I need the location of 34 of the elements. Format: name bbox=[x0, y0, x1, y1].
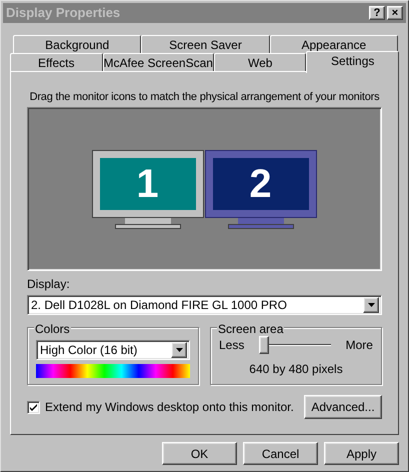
advanced-button[interactable]: Advanced... bbox=[304, 395, 382, 419]
extend-label: Extend my Windows desktop onto this monitor. bbox=[45, 399, 294, 416]
monitor-number: 2 bbox=[249, 164, 272, 204]
extend-checkbox[interactable] bbox=[27, 400, 40, 414]
tab[interactable]: Effects bbox=[10, 53, 103, 71]
check-icon bbox=[30, 404, 37, 410]
monitor-number: 1 bbox=[136, 164, 159, 204]
display-label: Display: bbox=[27, 276, 71, 293]
resolution-reading: 640 by 480 pixels bbox=[249, 361, 343, 378]
dropdown-arrow-button[interactable] bbox=[171, 342, 187, 358]
close-button[interactable]: × bbox=[387, 6, 403, 20]
dropdown-arrow-button[interactable] bbox=[363, 297, 379, 313]
down-arrow-icon bbox=[176, 348, 182, 352]
instruction-text: Drag the monitor icons to match the physical arrangement of your monitors bbox=[30, 90, 380, 104]
display-dropdown[interactable]: 2. Dell D1028L on Diamond FIRE GL 1000 PRO bbox=[27, 295, 382, 315]
dialog-button[interactable]: Cancel bbox=[243, 442, 318, 465]
tab[interactable]: Settings bbox=[306, 51, 399, 73]
window-title: Display Properties bbox=[6, 4, 120, 22]
tab[interactable]: Background bbox=[13, 35, 142, 53]
dialog-button[interactable]: Apply bbox=[324, 442, 399, 465]
more-label: More bbox=[346, 337, 373, 354]
display-value: 2. Dell D1028L on Diamond FIRE GL 1000 PRO bbox=[31, 297, 287, 314]
dialog-button[interactable]: OK bbox=[162, 442, 237, 465]
less-label: Less bbox=[219, 337, 244, 354]
colors-dropdown[interactable]: High Color (16 bit) bbox=[36, 340, 190, 360]
slider-thumb[interactable] bbox=[259, 336, 269, 354]
help-button[interactable]: ? bbox=[369, 6, 385, 20]
tab[interactable]: Appearance bbox=[270, 35, 398, 53]
resolution-slider[interactable] bbox=[259, 336, 331, 356]
tab[interactable]: Screen Saver bbox=[141, 35, 270, 53]
tab[interactable]: McAfee ScreenScan bbox=[102, 53, 214, 71]
colors-value: High Color (16 bit) bbox=[40, 342, 138, 359]
down-arrow-icon bbox=[368, 303, 374, 307]
tab[interactable]: Web bbox=[214, 53, 306, 71]
